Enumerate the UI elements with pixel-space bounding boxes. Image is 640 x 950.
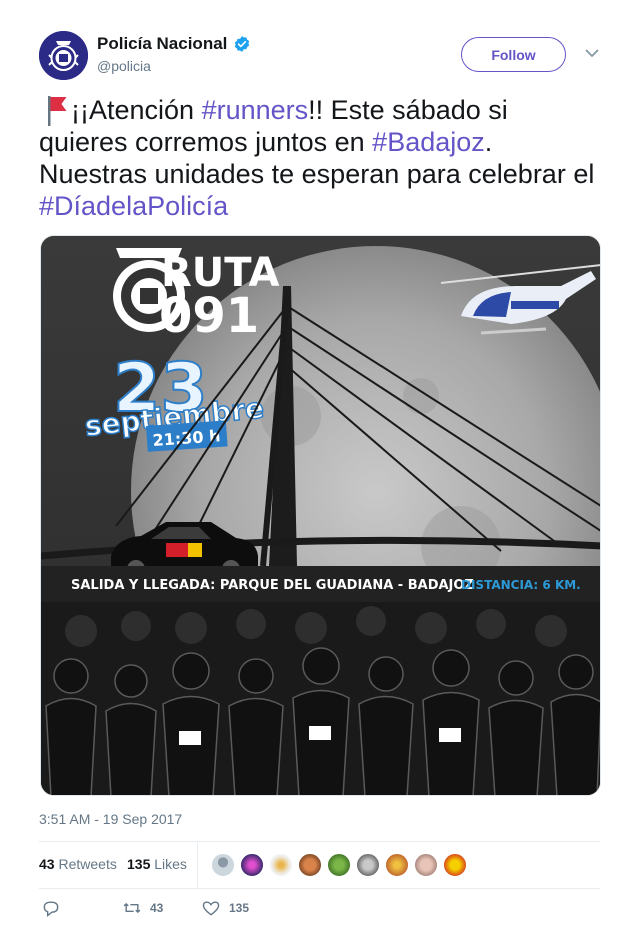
tweet-actions: 43 135 [39,898,600,923]
divider [39,841,600,842]
tweet-text: ¡¡Atención #runners!! Este sábado si qui… [39,94,599,222]
likes-stat[interactable]: 135 Likes [127,856,187,872]
verified-badge-icon [235,36,250,52]
avatar[interactable] [269,853,293,877]
avatar[interactable] [327,853,351,877]
tweet-media-image[interactable]: RUTA 091 23 septiembre 21:30 h SALIDA Y … [40,235,601,796]
display-name[interactable]: Policía Nacional [97,33,227,55]
hashtag-diadelapolicia-link[interactable]: #DíadelaPolicía [39,191,228,221]
divider [39,888,600,889]
like-button[interactable]: 135 [201,898,249,918]
follow-button[interactable]: Follow [461,37,566,72]
stats-divider [197,843,198,888]
retweets-count: 43 [39,856,55,872]
avatar[interactable] [298,853,322,877]
retweets-stat[interactable]: 43 Retweets [39,856,117,872]
avatar[interactable] [443,853,467,877]
likes-label: Likes [154,856,187,872]
retweet-count: 43 [150,901,164,915]
heart-icon [202,901,220,916]
tweet-stats: 43 Retweets 135 Likes [39,843,600,888]
handle[interactable]: @policia [97,58,251,74]
liker-avatars [211,853,467,877]
reply-icon [43,901,59,917]
reply-button[interactable] [41,898,61,918]
police-badge-icon [39,31,88,80]
poster-title-091: 091 [159,288,259,344]
poster-banner-distance: DISTANCIA: 6 KM. [461,578,581,592]
avatar[interactable] [385,853,409,877]
avatar[interactable] [39,31,88,80]
hashtag-runners-link[interactable]: #runners [202,95,309,125]
retweet-icon [123,903,141,913]
avatar[interactable] [211,853,235,877]
like-count: 135 [229,901,250,915]
account-name-block[interactable]: Policía Nacional @policia [97,33,251,74]
tweet-timestamp[interactable]: 3:51 AM - 19 Sep 2017 [39,811,182,827]
chevron-down-icon[interactable] [584,47,600,59]
avatar[interactable] [240,853,264,877]
ruta-091-poster: RUTA 091 23 septiembre 21:30 h SALIDA Y … [41,236,600,795]
tweet-text-segment: ¡¡Atención [71,95,202,125]
avatar[interactable] [356,853,380,877]
retweets-label: Retweets [58,856,117,872]
retweet-button[interactable]: 43 [122,898,163,918]
poster-banner-location: SALIDA Y LLEGADA: PARQUE DEL GUADIANA - … [71,578,474,593]
runners-crowd [41,602,600,795]
tweet-header: Policía Nacional @policia Follow [39,31,601,81]
avatar[interactable] [414,853,438,877]
hashtag-badajoz-link[interactable]: #Badajoz [372,127,485,157]
likes-count: 135 [127,856,151,872]
red-flag-icon [48,96,67,126]
